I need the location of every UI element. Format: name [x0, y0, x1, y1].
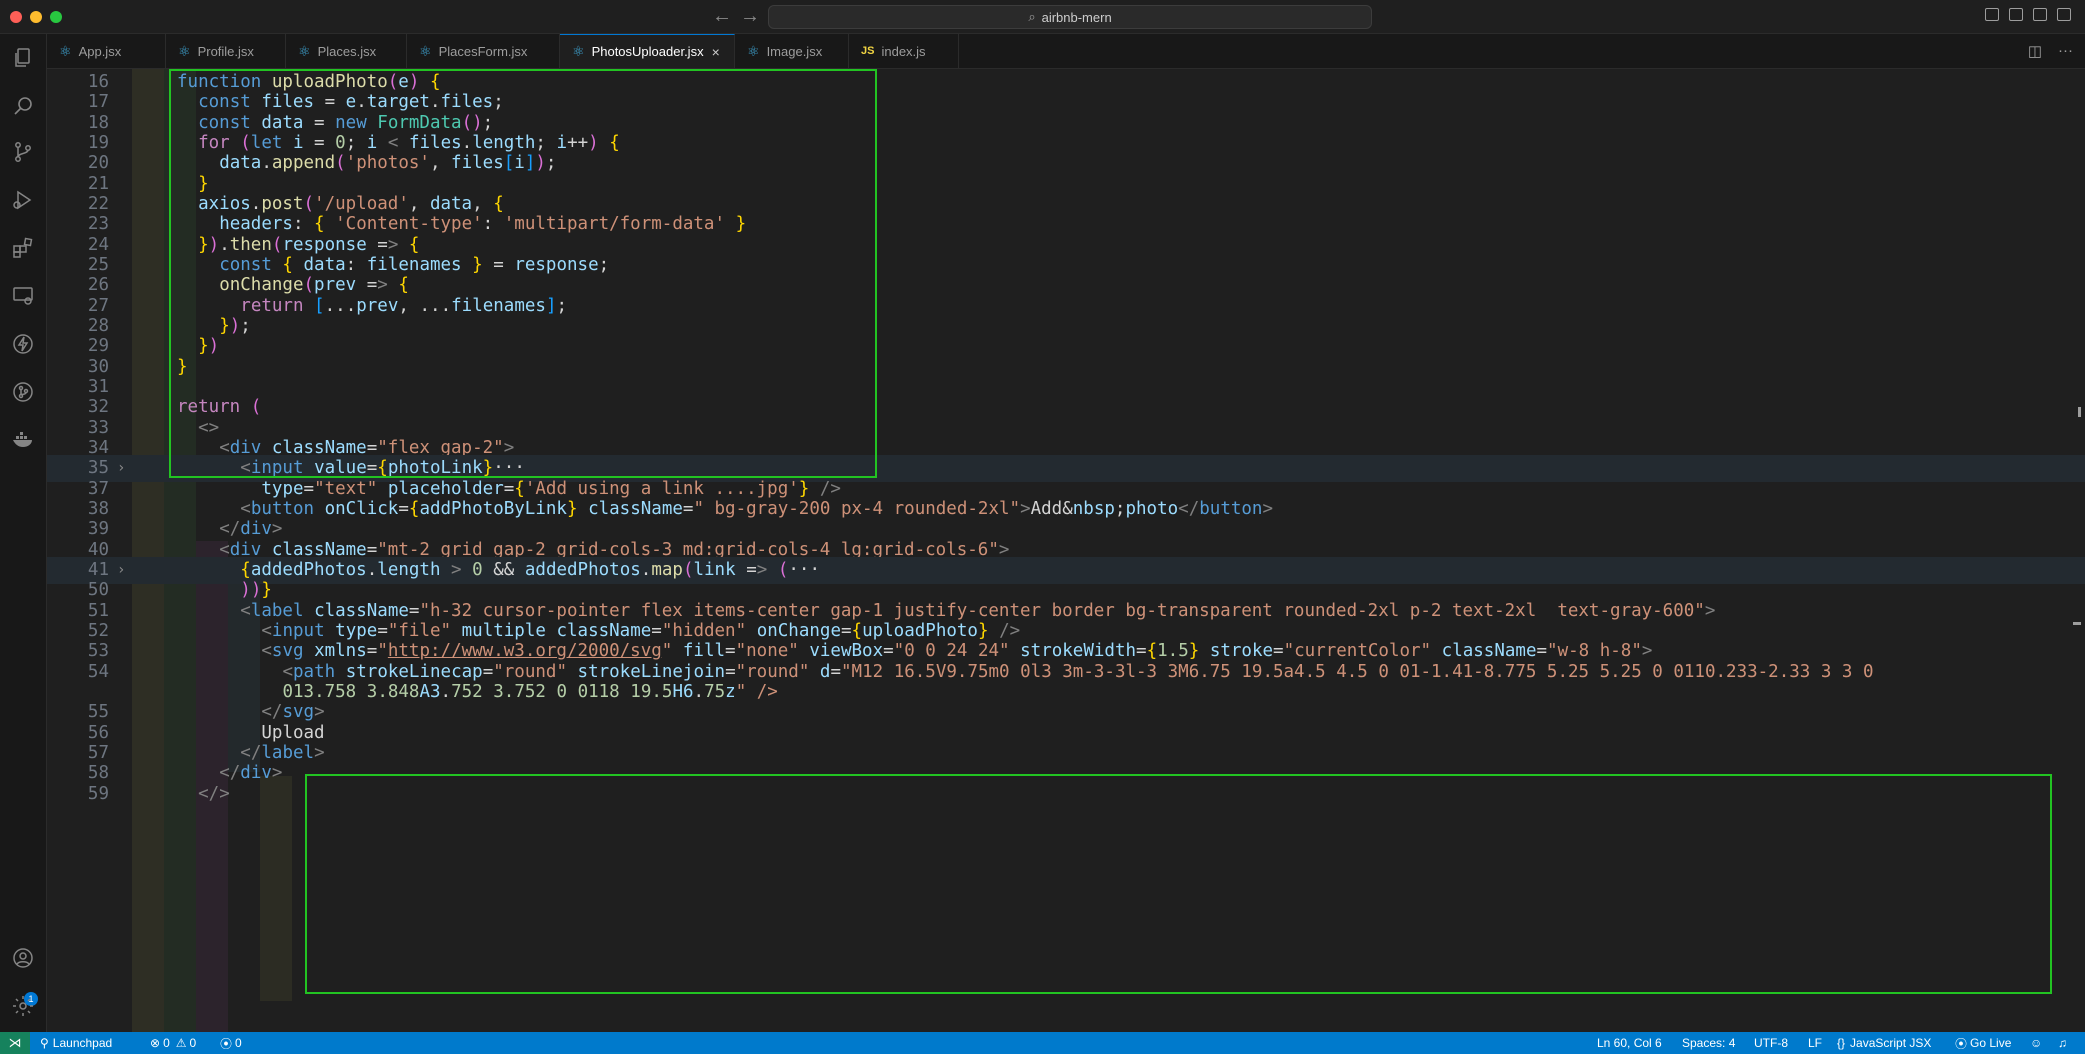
- editor-tab-bar: ⚛ App.jsx ⚛ Profile.jsx ⚛ Places.jsx ⚛ Place…: [47, 34, 2085, 69]
- broadcast-icon: ⦿: [1955, 1036, 1968, 1051]
- indent-guide: [260, 776, 292, 1001]
- search-icon[interactable]: [11, 94, 35, 118]
- layout-controls: [1985, 8, 2071, 21]
- rocket-icon: ⚲: [40, 1036, 49, 1050]
- tab-label: App.jsx: [78, 43, 122, 59]
- tab-label: Image.jsx: [766, 43, 823, 59]
- tab-label: PhotosUploader.jsx: [591, 44, 704, 59]
- react-icon: ⚛: [178, 42, 191, 59]
- run-debug-icon[interactable]: [11, 188, 35, 212]
- tab-label: Profile.jsx: [197, 43, 254, 59]
- encoding[interactable]: UTF-8: [1754, 1032, 1788, 1054]
- go-live-button[interactable]: ⦿ Go Live: [1955, 1032, 2011, 1054]
- tab-index-js[interactable]: JS index.js: [849, 34, 959, 68]
- tab-photosuploader-jsx[interactable]: ⚛ PhotosUploader.jsx ×: [560, 34, 735, 68]
- highlight-box-upload-function: [169, 69, 877, 478]
- tab-places-jsx[interactable]: ⚛ Places.jsx: [286, 34, 407, 68]
- remote-indicator-icon[interactable]: ⋊: [0, 1032, 30, 1054]
- minimize-window-button[interactable]: [30, 11, 42, 23]
- tab-image-jsx[interactable]: ⚛ Image.jsx: [735, 34, 849, 68]
- editor-actions: ◫ ···: [2028, 42, 2073, 60]
- extensions-icon[interactable]: [11, 236, 35, 260]
- tab-label: Places.jsx: [317, 43, 377, 59]
- settings-gear-icon[interactable]: [11, 994, 35, 1018]
- language-mode[interactable]: {} JavaScript JSX: [1837, 1032, 1931, 1054]
- scrollbar-marker: [2078, 407, 2081, 417]
- back-arrow-icon[interactable]: ←: [712, 4, 732, 28]
- toggle-panel-icon[interactable]: [2009, 8, 2023, 21]
- command-center-search[interactable]: ⌕ airbnb-mern: [768, 5, 1372, 29]
- accounts-icon[interactable]: [11, 946, 35, 970]
- customize-layout-icon[interactable]: [2057, 8, 2071, 21]
- tab-app-jsx[interactable]: ⚛ App.jsx: [47, 34, 166, 68]
- tab-label: PlacesForm.jsx: [438, 43, 528, 59]
- docker-icon[interactable]: [11, 428, 35, 452]
- cursor-position[interactable]: Ln 60, Col 6: [1597, 1032, 1662, 1054]
- search-icon: ⌕: [1028, 9, 1036, 24]
- end-of-line[interactable]: LF: [1808, 1032, 1822, 1054]
- react-icon: ⚛: [298, 42, 311, 59]
- split-editor-icon[interactable]: ◫: [2028, 42, 2042, 60]
- broadcast-icon: ⦿: [220, 1036, 233, 1051]
- lightning-icon[interactable]: [11, 332, 35, 356]
- indentation[interactable]: Spaces: 4: [1682, 1032, 1735, 1054]
- tab-profile-jsx[interactable]: ⚛ Profile.jsx: [166, 34, 286, 68]
- react-icon: ⚛: [419, 42, 432, 59]
- workspace-name: airbnb-mern: [1041, 9, 1112, 25]
- highlight-box-upload-label: [305, 774, 2052, 994]
- status-bar: ⋊ ⚲ Launchpad ⊗ 0 ⚠ 0 ⦿ 0 Ln 60, Col 6 Space…: [0, 1032, 2085, 1054]
- more-actions-icon[interactable]: ···: [2058, 42, 2073, 60]
- notifications-bell-icon[interactable]: ♫: [2058, 1032, 2067, 1054]
- warning-icon: ⚠: [175, 1036, 187, 1050]
- ports-item[interactable]: ⦿ 0: [220, 1032, 242, 1054]
- activity-bar: 1: [0, 34, 47, 1032]
- toggle-secondary-sidebar-icon[interactable]: [2033, 8, 2047, 21]
- explorer-icon[interactable]: [11, 46, 35, 70]
- code-text: </>: [198, 783, 230, 804]
- close-window-button[interactable]: [10, 11, 22, 23]
- react-icon: ⚛: [747, 42, 760, 59]
- react-icon: ⚛: [59, 42, 72, 59]
- remote-explorer-icon[interactable]: [11, 284, 35, 308]
- braces-icon: {}: [1837, 1036, 1846, 1050]
- react-icon: ⚛: [572, 43, 585, 59]
- forward-arrow-icon[interactable]: →: [740, 4, 760, 28]
- toggle-sidebar-icon[interactable]: [1985, 8, 1999, 21]
- error-icon: ⊗: [150, 1036, 161, 1050]
- title-bar: ← → ⌕ airbnb-mern: [0, 0, 2085, 34]
- git-graph-icon[interactable]: [11, 380, 35, 404]
- js-icon: JS: [861, 45, 875, 57]
- scrollbar-marker: [2073, 622, 2081, 625]
- code-editor[interactable]: 16 function uploadPhoto(e) {17 const file…: [47, 69, 2085, 1032]
- feedback-icon[interactable]: ☺: [2030, 1032, 2042, 1054]
- launchpad-item[interactable]: ⚲ Launchpad: [40, 1032, 112, 1054]
- tab-placesform-jsx[interactable]: ⚛ PlacesForm.jsx: [407, 34, 560, 68]
- maximize-window-button[interactable]: [50, 11, 62, 23]
- tab-label: index.js: [881, 43, 926, 59]
- close-tab-icon[interactable]: ×: [712, 44, 720, 60]
- source-control-icon[interactable]: [11, 140, 35, 164]
- line-number: 59: [87, 783, 109, 804]
- problems-item[interactable]: ⊗ 0 ⚠ 0: [150, 1032, 196, 1054]
